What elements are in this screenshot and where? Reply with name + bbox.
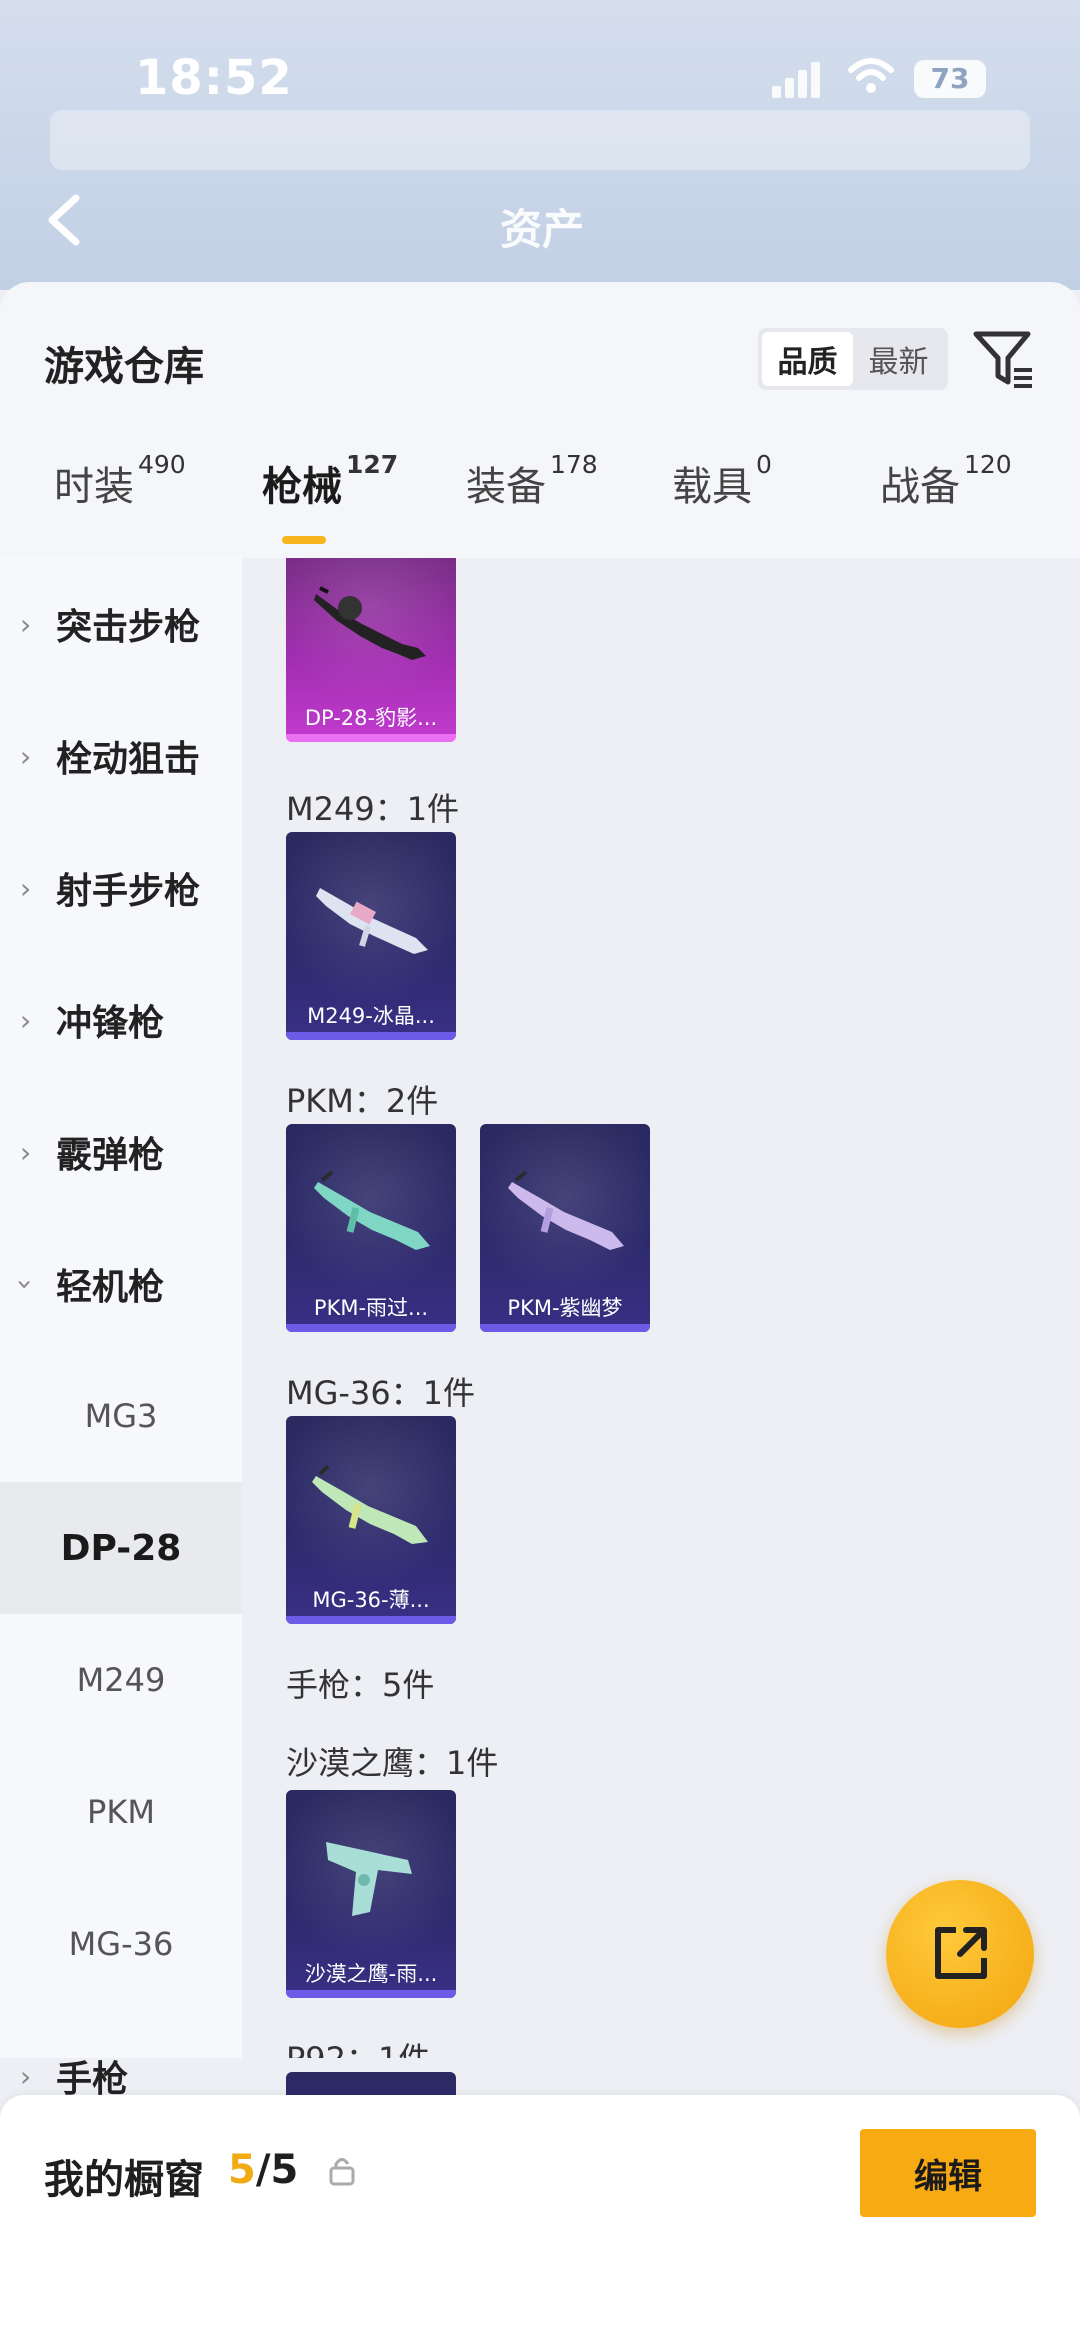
category-marksman-rifle[interactable]: › 射手步枪 bbox=[0, 822, 242, 954]
desert-eagle-weapon-icon bbox=[326, 1842, 412, 1916]
background-page-title: 资产 bbox=[500, 205, 585, 254]
category-bolt-sniper[interactable]: › 栓动狙击 bbox=[0, 690, 242, 822]
subcategory-mg3[interactable]: MG3 bbox=[0, 1350, 242, 1482]
subcategory-dp28[interactable]: DP-28 bbox=[0, 1482, 242, 1614]
category-tabs: 时装 490 枪械 127 装备 178 载具 0 战备 120 bbox=[0, 432, 1080, 552]
back-arrow-icon[interactable] bbox=[40, 190, 90, 250]
showcase-bar: 我的橱窗 5/5 编辑 bbox=[0, 2095, 1080, 2341]
group-label-pistol: 手枪：5件 bbox=[286, 1666, 435, 1704]
signal-icon bbox=[772, 62, 824, 98]
share-icon bbox=[935, 1927, 987, 1979]
item-card[interactable]: PKM-紫幽梦 bbox=[480, 1124, 650, 1332]
group-label-desert-eagle: 沙漠之鹰：1件 bbox=[286, 1744, 499, 1782]
pkm-weapon-icon bbox=[508, 1170, 624, 1250]
subcategory-pkm[interactable]: PKM bbox=[0, 1746, 242, 1878]
active-tab-indicator bbox=[282, 536, 326, 544]
wifi-icon bbox=[848, 58, 894, 93]
item-card[interactable]: MG-36-薄... bbox=[286, 1416, 456, 1624]
subcategory-mg36[interactable]: MG-36 bbox=[0, 1878, 242, 2010]
filter-icon[interactable] bbox=[972, 328, 1036, 392]
dp28-weapon-icon bbox=[314, 586, 426, 660]
m249-weapon-icon bbox=[316, 888, 428, 954]
group-label-pkm: PKM：2件 bbox=[286, 1082, 439, 1120]
chevron-right-icon: › bbox=[20, 739, 32, 773]
group-label-p92: P92：1件 bbox=[286, 2034, 430, 2058]
category-lmg[interactable]: › 轻机枪 bbox=[0, 1218, 242, 1350]
subcategory-m249[interactable]: M249 bbox=[0, 1614, 242, 1746]
chevron-right-icon: › bbox=[20, 1003, 32, 1037]
pkm-weapon-icon bbox=[314, 1170, 430, 1250]
chevron-right-icon: › bbox=[20, 2059, 32, 2093]
item-card[interactable]: DP-28-豹影... bbox=[286, 558, 456, 742]
item-card[interactable]: M249-冰晶... bbox=[286, 832, 456, 1040]
warehouse-sheet: 游戏仓库 品质 最新 时装 490 枪械 127 装备 178 载具 0 战备 120 ›… bbox=[0, 282, 1080, 2341]
background-app: 18:52 73 资产 bbox=[0, 0, 1080, 290]
tab-fashion[interactable]: 时装 490 bbox=[54, 450, 186, 512]
tab-vehicles[interactable]: 载具 0 bbox=[672, 450, 772, 512]
group-label-mg36: MG-36：1件 bbox=[286, 1374, 476, 1412]
share-button[interactable] bbox=[886, 1880, 1034, 2028]
sort-toggle: 品质 最新 bbox=[758, 328, 948, 390]
item-grid: DP-28-豹影... M249：1件 M249-冰晶... PKM：2件 PK… bbox=[242, 558, 1080, 2058]
lock-icon bbox=[329, 2158, 355, 2186]
status-time: 18:52 bbox=[135, 50, 293, 106]
showcase-count: 5/5 bbox=[228, 2147, 299, 2193]
item-card[interactable]: 沙漠之鹰-雨... bbox=[286, 1790, 456, 1998]
category-list: › 突击步枪 › 栓动狙击 › 射手步枪 › 冲锋枪 › 霰弹枪 › 轻机枪 MG3 DP-… bbox=[0, 558, 242, 2100]
sort-quality-option[interactable]: 品质 bbox=[762, 332, 853, 386]
item-card[interactable]: PKM-雨过... bbox=[286, 1124, 456, 1332]
chevron-right-icon: › bbox=[20, 607, 32, 641]
sheet-title: 游戏仓库 bbox=[44, 344, 204, 390]
edit-button[interactable]: 编辑 bbox=[860, 2129, 1036, 2217]
tab-equipment[interactable]: 装备 178 bbox=[466, 450, 598, 512]
sheet-header: 游戏仓库 品质 最新 时装 490 枪械 127 装备 178 载具 0 战备 120 bbox=[0, 282, 1080, 558]
chevron-right-icon: › bbox=[20, 871, 32, 905]
sort-newest-option[interactable]: 最新 bbox=[853, 332, 944, 386]
group-label-m249: M249：1件 bbox=[286, 790, 460, 828]
battery-indicator: 73 bbox=[914, 60, 986, 98]
mg36-weapon-icon bbox=[312, 1464, 428, 1544]
category-shotgun[interactable]: › 霰弹枪 bbox=[0, 1086, 242, 1218]
background-search-bar bbox=[50, 110, 1030, 170]
chevron-down-icon: › bbox=[9, 1278, 43, 1290]
category-smg[interactable]: › 冲锋枪 bbox=[0, 954, 242, 1086]
showcase-label: 我的橱窗 bbox=[44, 2157, 204, 2203]
tab-supplies[interactable]: 战备 120 bbox=[880, 450, 1012, 512]
tab-firearms[interactable]: 枪械 127 bbox=[262, 450, 398, 512]
category-assault-rifle[interactable]: › 突击步枪 bbox=[0, 558, 242, 690]
chevron-right-icon: › bbox=[20, 1135, 32, 1169]
